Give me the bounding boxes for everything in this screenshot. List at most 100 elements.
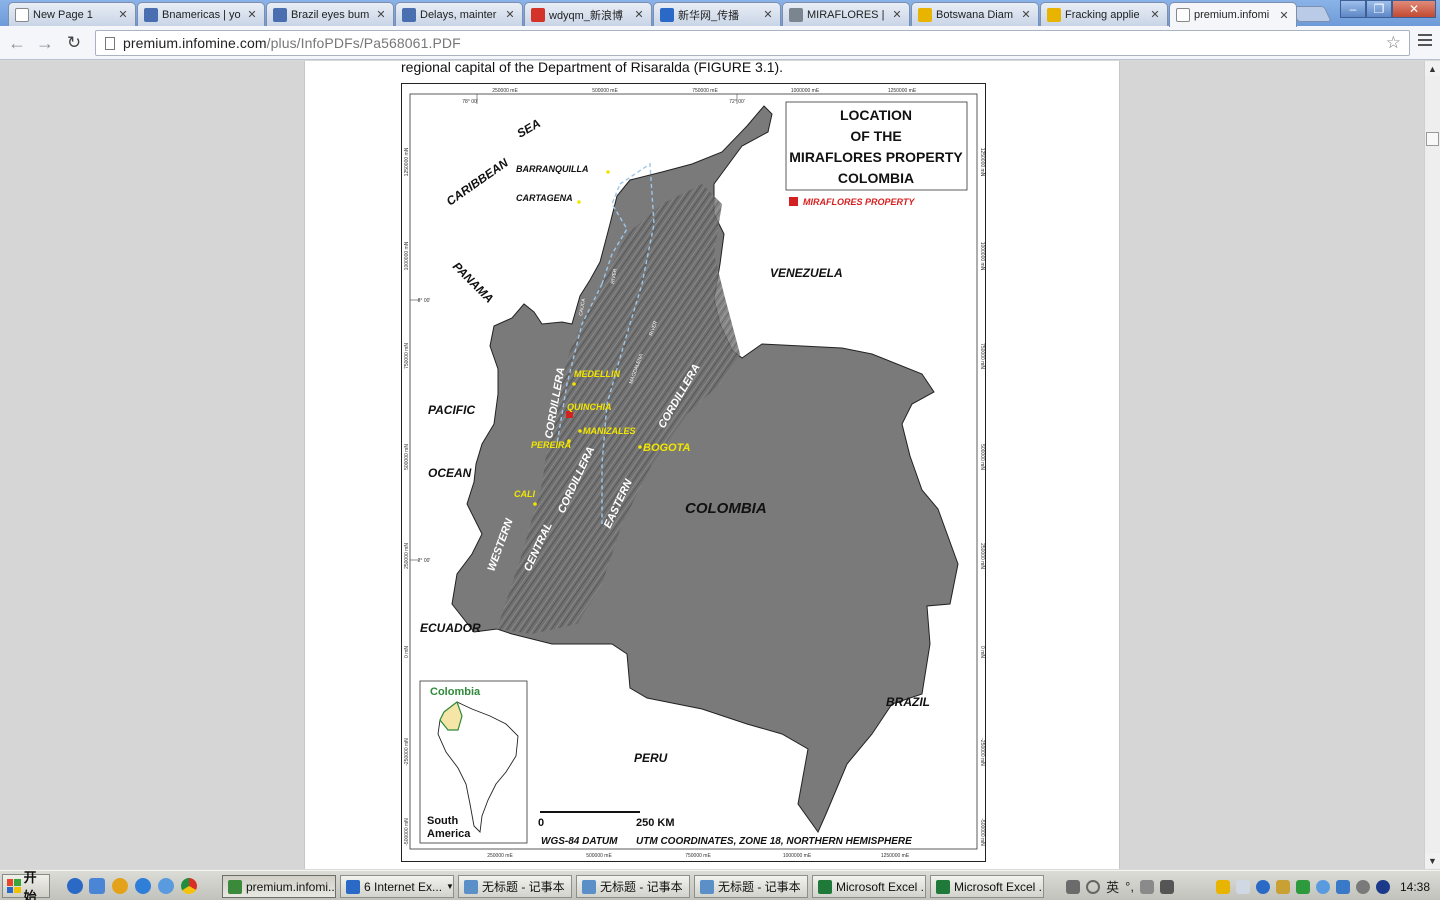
forward-arrow-icon[interactable]: → — [34, 32, 56, 54]
scroll-down-arrow-icon[interactable]: ▼ — [1425, 853, 1440, 868]
media-player-quicklaunch-icon[interactable] — [135, 878, 151, 894]
map-figure: LOCATION OF THE MIRAFLORES PROPERTY COLO… — [401, 83, 986, 862]
tab-title: wdyqm_新浪博 — [549, 9, 623, 22]
task-label: premium.infomi... — [246, 879, 336, 894]
windows-taskbar: 开始 英 °, 14:38 premium.infomi... 6 Interne… — [0, 870, 1440, 900]
bookmark-star-icon[interactable]: ☆ — [1386, 33, 1401, 53]
messenger-tray-icon[interactable] — [1315, 879, 1330, 894]
task-group-dropdown-icon[interactable]: ▼ — [446, 882, 453, 891]
sina-icon — [531, 7, 545, 22]
task-app-icon — [346, 879, 360, 894]
city-dot-barranquilla — [606, 170, 610, 174]
display-tray-icon[interactable] — [1335, 879, 1350, 894]
city-dot-cali — [533, 502, 537, 506]
taskbar-task-button[interactable]: Microsoft Excel ... — [930, 875, 1044, 898]
tab-close-icon[interactable]: ✕ — [633, 8, 645, 21]
tab-strip: – ❐ ✕ New Page 1 ✕ Bnamericas | yo ✕ Brazil … — [0, 0, 1440, 27]
page-icon — [1176, 8, 1190, 22]
browser-tab[interactable]: wdyqm_新浪博 ✕ — [524, 2, 652, 26]
bottom-tick-2: 500000 mE — [586, 853, 612, 859]
bottom-tick-4: 1000000 mE — [783, 853, 812, 859]
map-title-line-4: COLOMBIA — [838, 170, 914, 186]
tab-close-icon[interactable]: ✕ — [762, 8, 774, 21]
browser-tab[interactable]: MIRAFLORES | ✕ — [782, 2, 910, 26]
browser-tab[interactable]: 新华网_传播 ✕ — [653, 2, 781, 26]
restore-icon[interactable]: ❐ — [1366, 0, 1392, 18]
ie-quicklaunch-icon[interactable] — [67, 878, 83, 894]
tab-close-icon[interactable]: ✕ — [891, 8, 903, 21]
tools-icon[interactable] — [1139, 879, 1154, 894]
browser-tab[interactable]: Fracking applie ✕ — [1040, 2, 1168, 26]
close-window-icon[interactable]: ✕ — [1392, 0, 1436, 18]
keyboard-icon[interactable] — [1066, 879, 1081, 894]
url-host: premium.infomine.com — [123, 35, 267, 51]
tab-close-icon[interactable]: ✕ — [1278, 9, 1290, 22]
vertical-scrollbar[interactable]: ▲ ▼ — [1424, 61, 1440, 869]
address-bar[interactable]: premium.infomine.com/plus/InfoPDFs/Pa568… — [95, 30, 1410, 56]
network-icon[interactable] — [1255, 879, 1270, 894]
punctuation-icon[interactable]: °, — [1125, 879, 1134, 894]
ime-label[interactable]: 英 — [1106, 877, 1119, 896]
start-button[interactable]: 开始 — [2, 870, 50, 900]
top-tick-3: 750000 mE — [692, 88, 718, 94]
no-entry-icon[interactable] — [1086, 879, 1101, 894]
tab-title: MIRAFLORES | — [807, 8, 885, 21]
city-label-cartagena: CARTAGENA — [516, 193, 573, 203]
taskbar-task-button[interactable]: 无标题 - 记事本 — [458, 875, 572, 898]
property-marker — [566, 411, 573, 418]
task-app-icon — [936, 879, 950, 894]
settings-tray-icon[interactable] — [1355, 879, 1370, 894]
tab-close-icon[interactable]: ✕ — [504, 8, 516, 21]
left-tick-7: -250000 mN — [404, 738, 410, 766]
security-quicklaunch-icon[interactable] — [112, 878, 128, 894]
folder-tray-icon[interactable] — [1275, 879, 1290, 894]
bottom-tick-5: 1250000 mE — [881, 853, 910, 859]
tab-title: Fracking applie — [1065, 8, 1140, 21]
update-arrow-icon[interactable] — [1295, 879, 1310, 894]
browser-tab[interactable]: Bnamericas | yo ✕ — [137, 2, 265, 26]
tab-close-icon[interactable]: ✕ — [1149, 8, 1161, 21]
taskbar-task-button[interactable]: 无标题 - 记事本 — [576, 875, 690, 898]
browser-tab[interactable]: Delays, mainter ✕ — [395, 2, 523, 26]
xinhua-icon — [660, 7, 674, 22]
tab-close-icon[interactable]: ✕ — [1020, 8, 1032, 21]
browser-tab[interactable]: Botswana Diam ✕ — [911, 2, 1039, 26]
taskbar-task-button[interactable]: Microsoft Excel ... — [812, 875, 926, 898]
taskbar-task-button[interactable]: 无标题 - 记事本 — [694, 875, 808, 898]
right-tick-3: 750000 mN — [979, 343, 985, 369]
chrome-quicklaunch-icon[interactable] — [181, 878, 197, 894]
tab-close-icon[interactable]: ✕ — [246, 8, 258, 21]
scroll-thumb[interactable] — [1426, 132, 1439, 146]
bottom-tick-3: 750000 mE — [685, 853, 711, 859]
city-label-cali: CALI — [514, 489, 535, 499]
security-tray-icon[interactable] — [1375, 879, 1390, 894]
inset-subtitle-line-2: America — [427, 828, 471, 840]
qq-icon[interactable] — [1215, 879, 1230, 894]
taskbar-task-button[interactable]: premium.infomi... — [222, 875, 336, 898]
scale-start-label: 0 — [538, 817, 544, 829]
menu-icon[interactable] — [1418, 34, 1432, 49]
document-tray-icon[interactable] — [1235, 879, 1250, 894]
back-arrow-icon[interactable]: ← — [6, 32, 28, 54]
region-label-pacific: PACIFIC — [428, 403, 475, 417]
tab-close-icon[interactable]: ✕ — [117, 8, 129, 21]
top-tick-2: 500000 mE — [592, 88, 618, 94]
messenger-quicklaunch-icon[interactable] — [158, 878, 174, 894]
tab-title: Botswana Diam — [936, 8, 1014, 21]
browser-tab[interactable]: premium.infomi ✕ — [1169, 2, 1297, 27]
utm-coordinates-label: UTM COORDINATES, ZONE 18, NORTHERN HEMIS… — [636, 836, 912, 847]
scroll-up-arrow-icon[interactable]: ▲ — [1425, 61, 1440, 76]
minimize-icon[interactable]: – — [1340, 0, 1366, 18]
taskbar-task-button[interactable]: 6 Internet Ex... ▼ — [340, 875, 454, 898]
city-label-quinchia: QUINCHIA — [567, 402, 612, 412]
reload-icon[interactable]: ↻ — [63, 32, 85, 54]
desktop-quicklaunch-icon[interactable] — [89, 878, 105, 894]
ime-settings-icon[interactable] — [1159, 879, 1174, 894]
browser-tab[interactable]: New Page 1 ✕ — [8, 2, 136, 26]
task-app-icon — [700, 879, 714, 894]
tab-close-icon[interactable]: ✕ — [375, 8, 387, 21]
top-tick-5: 1250000 mE — [888, 88, 917, 94]
mining-icon — [1047, 7, 1061, 22]
map-title-line-3: MIRAFLORES PROPERTY — [789, 149, 963, 165]
browser-tab[interactable]: Brazil eyes bum ✕ — [266, 2, 394, 26]
